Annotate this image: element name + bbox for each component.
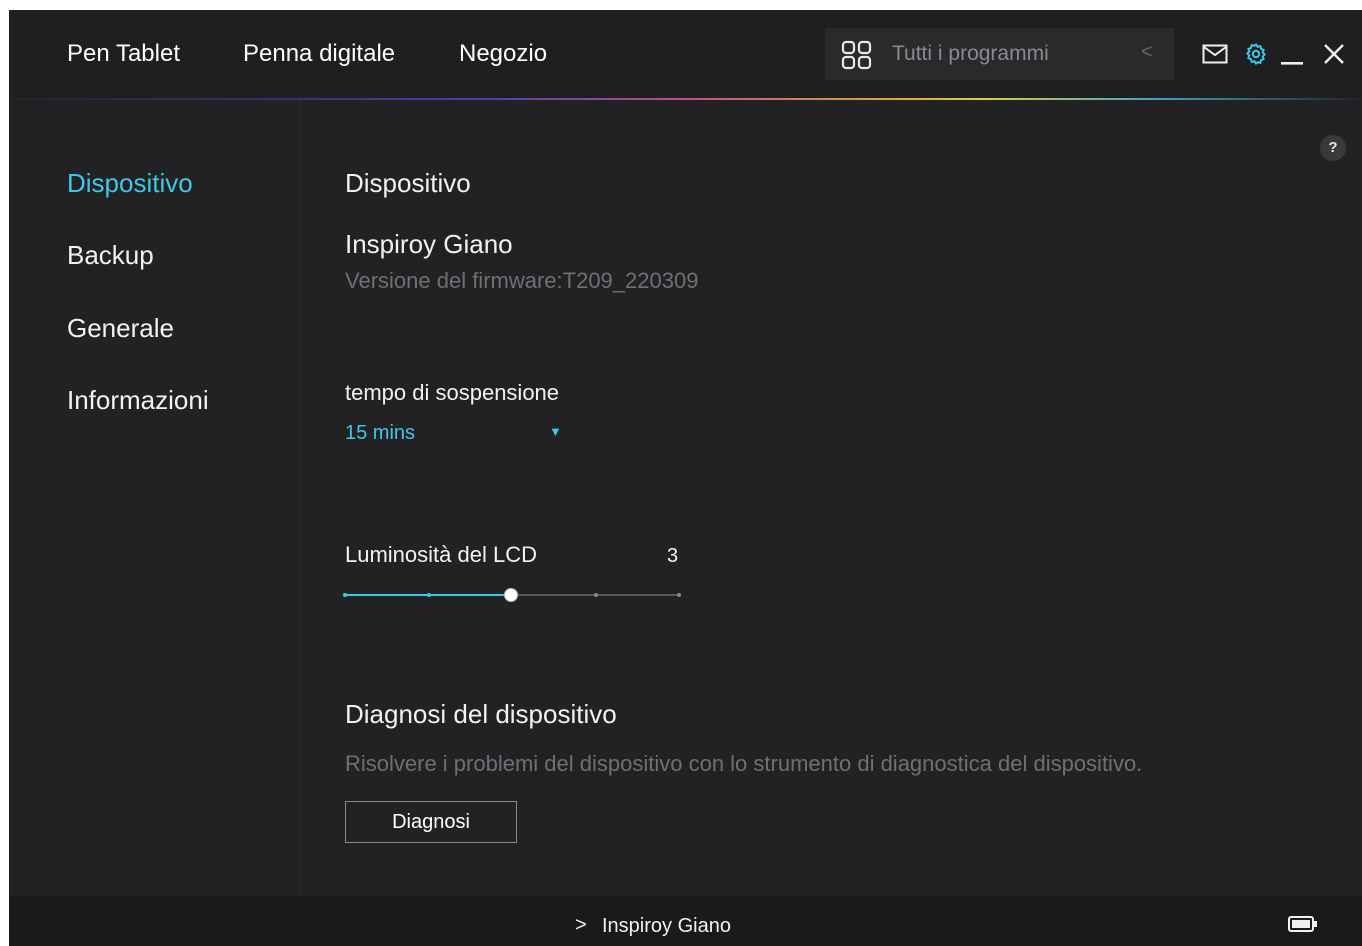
nav-penna-digitale[interactable]: Penna digitale — [243, 40, 395, 68]
sleep-time-label: tempo di sospensione — [345, 380, 560, 405]
sidebar-item-dispositivo[interactable]: Dispositivo — [67, 168, 193, 199]
top-bar: Pen Tablet Penna digitale Negozio Tutti … — [9, 10, 1362, 98]
bottom-device-name[interactable]: Inspiroy Giano — [602, 915, 731, 938]
grid-icon — [841, 40, 873, 75]
nav-pen-tablet[interactable]: Pen Tablet — [67, 40, 180, 68]
slider-tick — [343, 593, 347, 597]
section-title: Dispositivo — [345, 168, 471, 198]
diagnosis-description: Risolvere i problemi del dispositivo con… — [345, 751, 1143, 776]
close-icon[interactable] — [1323, 43, 1345, 70]
gear-icon[interactable] — [1244, 42, 1268, 71]
firmware-version: Versione del firmware:T209_220309 — [345, 268, 699, 293]
sidebar: Dispositivo Backup Generale Informazioni — [9, 100, 300, 896]
minimize-icon[interactable] — [1281, 53, 1303, 71]
mail-icon[interactable] — [1202, 44, 1228, 69]
sleep-time-select[interactable]: 15 mins — [345, 422, 415, 445]
sidebar-item-backup[interactable]: Backup — [67, 240, 154, 271]
lcd-brightness-label: Luminosità del LCD — [345, 542, 537, 567]
sidebar-item-generale[interactable]: Generale — [67, 313, 174, 344]
sidebar-item-informazioni[interactable]: Informazioni — [67, 385, 209, 416]
program-selector-label: Tutti i programmi — [892, 42, 1049, 65]
slider-handle[interactable] — [504, 588, 518, 602]
bottom-bar: > Inspiroy Giano — [9, 896, 1362, 946]
chevron-left-icon[interactable]: < — [1141, 41, 1153, 64]
battery-icon — [1288, 916, 1318, 937]
nav-negozio[interactable]: Negozio — [459, 40, 547, 68]
diagnosis-button[interactable]: Diagnosi — [345, 801, 517, 843]
main-panel: ? Dispositivo Inspiroy Giano Versione de… — [300, 100, 1362, 896]
slider-tick — [593, 593, 598, 597]
slider-tick — [426, 593, 431, 597]
caret-down-icon[interactable]: ▼ — [549, 424, 562, 439]
device-name: Inspiroy Giano — [345, 229, 513, 259]
program-selector[interactable]: Tutti i programmi < — [825, 28, 1174, 80]
diagnosis-title: Diagnosi del dispositivo — [345, 699, 617, 729]
help-icon[interactable]: ? — [1320, 135, 1346, 161]
slider-tick — [677, 593, 681, 597]
lcd-brightness-value: 3 — [667, 545, 679, 567]
chevron-right-icon[interactable]: > — [575, 914, 587, 937]
app-window: Pen Tablet Penna digitale Negozio Tutti … — [9, 10, 1362, 946]
lcd-brightness-slider[interactable] — [343, 585, 681, 605]
